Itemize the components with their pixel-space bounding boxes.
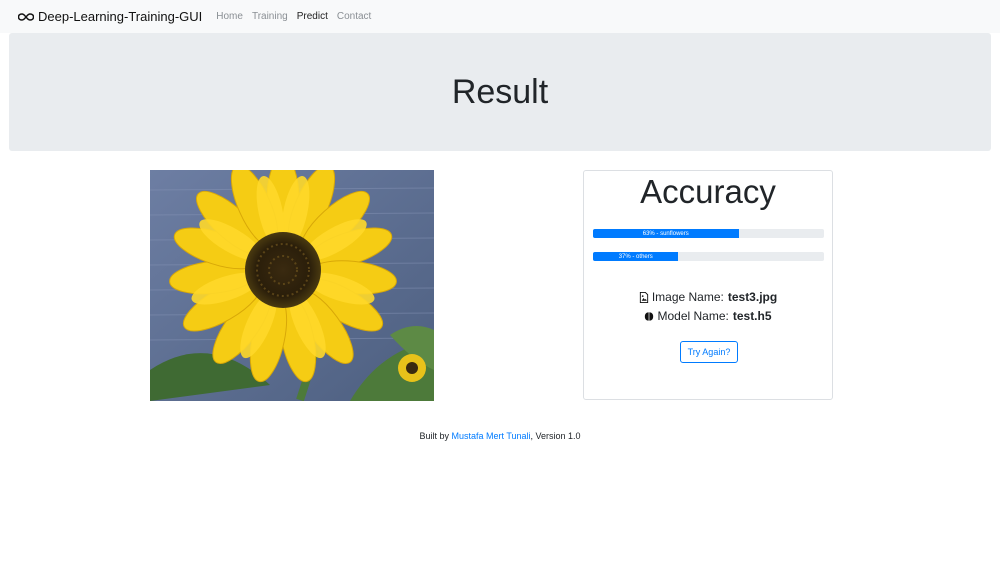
sunflower-image xyxy=(150,170,434,401)
navbar: Deep-Learning-Training-GUI Home Training… xyxy=(0,0,1000,33)
navbar-brand[interactable]: Deep-Learning-Training-GUI xyxy=(18,9,202,24)
file-image-icon xyxy=(639,291,648,303)
footer: Built by Mustafa Mert Tunali, Version 1.… xyxy=(0,431,1000,441)
page-title: Result xyxy=(451,72,549,111)
image-name-value: test3.jpg xyxy=(727,290,778,304)
image-name-label: Image Name: xyxy=(651,290,724,304)
model-name-label: Model Name: xyxy=(657,309,729,323)
nav-link-contact[interactable]: Contact xyxy=(337,11,371,22)
header-banner: Result xyxy=(9,33,991,151)
nav-link-training[interactable]: Training xyxy=(252,11,288,22)
result-card: Accuracy 63% - sunflowers 37% - others I… xyxy=(583,170,833,400)
progress-bar-others: 37% - others xyxy=(593,252,679,261)
try-again-button[interactable]: Try Again? xyxy=(680,341,738,363)
footer-suffix: , Version 1.0 xyxy=(530,431,581,441)
nav-links: Home Training Predict Contact xyxy=(216,11,380,22)
image-name-line: Image Name: test3.jpg xyxy=(584,290,832,304)
progress-sunflowers: 63% - sunflowers xyxy=(593,229,824,238)
brain-icon xyxy=(645,311,654,321)
nav-link-predict[interactable]: Predict xyxy=(297,11,328,22)
author-link[interactable]: Mustafa Mert Tunali xyxy=(451,431,530,441)
infinity-icon xyxy=(18,12,34,21)
footer-prefix: Built by xyxy=(419,431,452,441)
nav-link-home[interactable]: Home xyxy=(216,11,243,22)
progress-others: 37% - others xyxy=(593,252,824,261)
card-title: Accuracy xyxy=(640,173,776,210)
model-name-value: test.h5 xyxy=(732,309,772,323)
progress-bar-sunflowers: 63% - sunflowers xyxy=(593,229,739,238)
brand-name: Deep-Learning-Training-GUI xyxy=(38,9,203,24)
sunflower-photo xyxy=(150,170,434,401)
model-name-line: Model Name: test.h5 xyxy=(584,309,832,323)
